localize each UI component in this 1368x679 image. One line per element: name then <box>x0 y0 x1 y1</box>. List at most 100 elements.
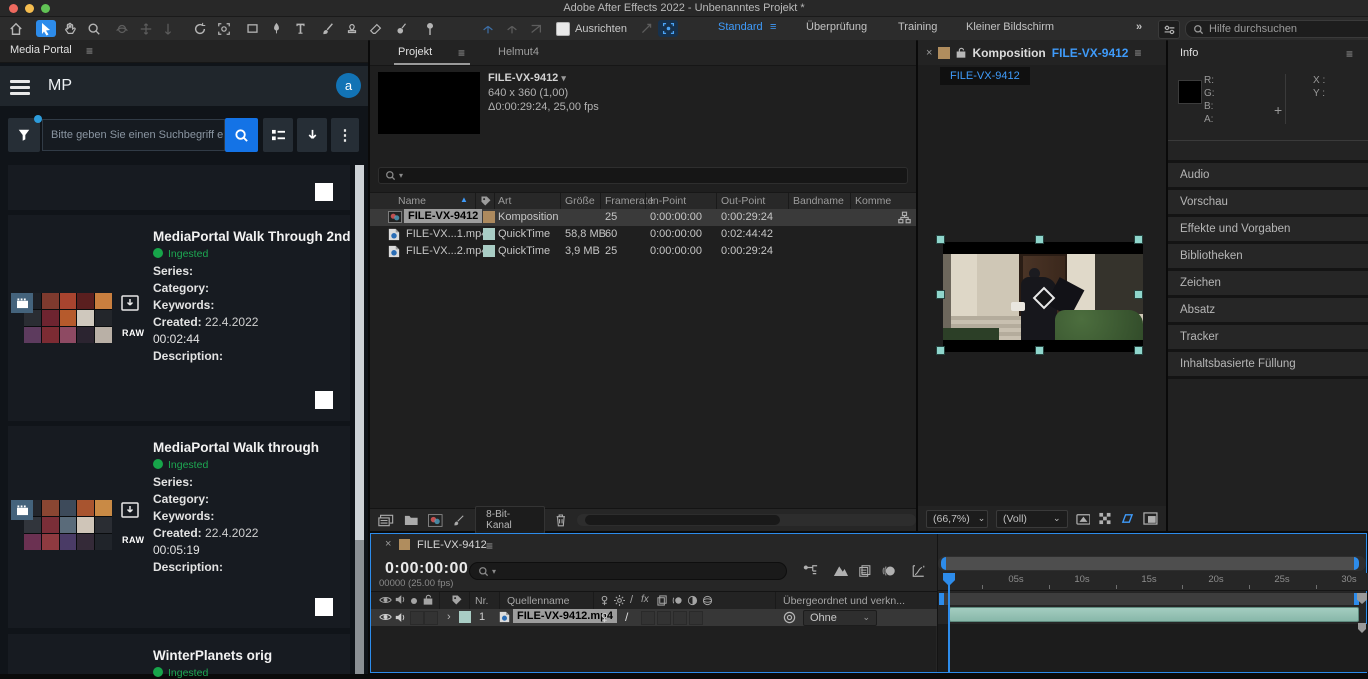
snapping-icon[interactable] <box>658 20 678 37</box>
composition-viewport[interactable] <box>943 242 1143 352</box>
workspace-tab-ueberpruefung[interactable]: Überprüfung <box>806 21 867 33</box>
col-outpoint[interactable]: Out-Point <box>721 195 765 207</box>
panel-menu-icon[interactable]: ≡ <box>458 46 465 60</box>
local-axis-mode-icon[interactable] <box>478 20 498 37</box>
quality-icon[interactable]: / <box>630 594 633 606</box>
collapse-transformations-icon[interactable] <box>614 595 625 606</box>
panel-tab-bibliotheken[interactable]: Bibliotheken <box>1168 244 1368 268</box>
avatar[interactable]: a <box>336 73 361 98</box>
time-navigator-thumb[interactable] <box>941 557 1359 570</box>
quality-switch[interactable]: / <box>625 610 628 624</box>
media-card[interactable]: MediaPortal Walk through Ingested Series… <box>8 426 350 628</box>
media-card-partial[interactable] <box>8 165 350 210</box>
expand-layer-icon[interactable]: › <box>447 611 451 623</box>
layer-marker-icon[interactable] <box>1356 622 1368 634</box>
adjustment-switch[interactable] <box>689 611 703 625</box>
type-tool-icon[interactable] <box>290 20 310 37</box>
zoom-diagonal-icon[interactable] <box>636 20 656 37</box>
list-view-button[interactable] <box>263 118 293 152</box>
interpret-footage-icon[interactable] <box>378 514 394 527</box>
lock-icon[interactable] <box>423 594 433 605</box>
layer-duration-bar[interactable] <box>949 607 1359 622</box>
region-of-interest-icon[interactable] <box>1120 512 1135 525</box>
3d-layer-column-icon[interactable] <box>702 595 713 606</box>
horizontal-scrollbar-thumb[interactable] <box>585 515 780 525</box>
mask-visibility-icon[interactable] <box>1143 512 1158 525</box>
parent-dropdown[interactable]: Ohne ⌄ <box>803 610 877 626</box>
panel-tab-audio[interactable]: Audio <box>1168 163 1368 187</box>
selection-handle[interactable] <box>1134 346 1143 355</box>
workspace-menu-icon[interactable]: ≡ <box>770 21 776 33</box>
eraser-tool-icon[interactable] <box>366 20 386 37</box>
panel-menu-icon[interactable]: ≡ <box>486 539 493 553</box>
card-checkbox[interactable] <box>315 598 333 616</box>
search-input[interactable]: Bitte geben Sie einen Suchbegriff ein <box>42 119 225 151</box>
parent-pickwhip-icon[interactable] <box>783 611 796 624</box>
scrollbar-thumb[interactable] <box>355 165 364 540</box>
selection-handle[interactable] <box>936 235 945 244</box>
label-column-icon[interactable] <box>480 195 492 207</box>
shy-switch-icon[interactable] <box>599 612 610 623</box>
brush-tool-icon[interactable] <box>318 20 338 37</box>
layer-label-swatch[interactable] <box>459 611 471 623</box>
adjustment-layer-column-icon[interactable] <box>687 595 698 606</box>
motion-blur-switch[interactable] <box>673 611 687 625</box>
scrollbar[interactable] <box>355 165 364 674</box>
align-checkbox[interactable] <box>556 22 570 36</box>
hand-tool-icon[interactable] <box>60 20 80 37</box>
camera-tool-icon[interactable] <box>214 20 234 37</box>
transparency-grid-icon[interactable] <box>1098 512 1112 525</box>
more-options-button[interactable]: ⋮ <box>331 118 359 152</box>
panel-tab-zeichen[interactable]: Zeichen <box>1168 271 1368 295</box>
close-panel-icon[interactable]: × <box>926 47 932 59</box>
panel-tab-absatz[interactable]: Absatz <box>1168 298 1368 322</box>
tab-projekt[interactable]: Projekt <box>398 46 432 58</box>
fx-switch[interactable] <box>641 611 655 625</box>
bit-depth-button[interactable]: 8-Bit-Kanal <box>475 506 545 534</box>
label-swatch[interactable] <box>483 211 495 223</box>
help-search-field[interactable]: Hilfe durchsuchen <box>1185 20 1368 38</box>
table-row[interactable]: FILE-VX...2.mp4 QuickTime 3,9 MB 25 0:00… <box>370 243 916 260</box>
workspace-tab-standard[interactable]: Standard <box>718 21 763 33</box>
navigator-start-handle[interactable] <box>941 557 946 570</box>
dolly-camera-tool-icon[interactable] <box>158 20 178 37</box>
eye-icon[interactable] <box>379 595 392 605</box>
playhead-line[interactable] <box>948 573 950 672</box>
work-area-start-handle[interactable] <box>939 593 944 605</box>
motion-blur-column-icon[interactable] <box>672 595 683 606</box>
draft-3d-icon[interactable] <box>833 564 849 578</box>
rotation-tool-icon[interactable] <box>190 20 210 37</box>
workspace-tab-kleiner-bildschirm[interactable]: Kleiner Bildschirm <box>966 21 1054 33</box>
search-dropdown-icon[interactable]: ▾ <box>399 171 403 180</box>
puppet-pin-tool-icon[interactable] <box>420 20 440 37</box>
time-ruler[interactable]: 0s 05s 10s 15s 20s 25s 30s <box>938 573 1368 591</box>
col-source-name[interactable]: Quellenname <box>507 595 569 607</box>
search-button[interactable] <box>225 118 258 152</box>
card-thumbnail[interactable] <box>24 293 112 343</box>
snapshot-icon[interactable] <box>1076 512 1091 525</box>
panel-tab-tracker[interactable]: Tracker <box>1168 325 1368 349</box>
frame-blend-column-icon[interactable] <box>657 595 668 606</box>
world-axis-mode-icon[interactable] <box>502 20 522 37</box>
solo-switch[interactable] <box>410 611 424 625</box>
timeline-search-field[interactable]: ▾ <box>469 562 787 580</box>
frame-blending-icon[interactable] <box>858 564 873 578</box>
workspace-overflow-icon[interactable]: » <box>1136 21 1142 33</box>
current-timecode[interactable]: 0:00:00:00 <box>385 560 468 578</box>
composition-mini-flowchart-icon[interactable] <box>803 564 819 578</box>
col-name[interactable]: Name <box>398 195 426 207</box>
search-dropdown-icon[interactable]: ▾ <box>492 567 496 576</box>
zoom-tool-icon[interactable] <box>84 20 104 37</box>
eye-icon[interactable] <box>379 612 392 622</box>
render-queue-icon[interactable] <box>453 514 466 527</box>
panel-menu-icon[interactable]: ≡ <box>1346 47 1353 61</box>
navigator-end-handle[interactable] <box>1354 557 1359 570</box>
media-portal-tab[interactable]: Media Portal <box>10 44 72 56</box>
card-checkbox[interactable] <box>315 391 333 409</box>
work-area-bar[interactable] <box>938 592 1360 606</box>
col-art[interactable]: Art <box>498 195 511 207</box>
col-groesse[interactable]: Größe <box>565 195 595 207</box>
motion-blur-icon[interactable] <box>881 564 896 578</box>
col-framerate[interactable]: Framerate <box>605 195 653 207</box>
shy-icon[interactable] <box>599 595 610 606</box>
